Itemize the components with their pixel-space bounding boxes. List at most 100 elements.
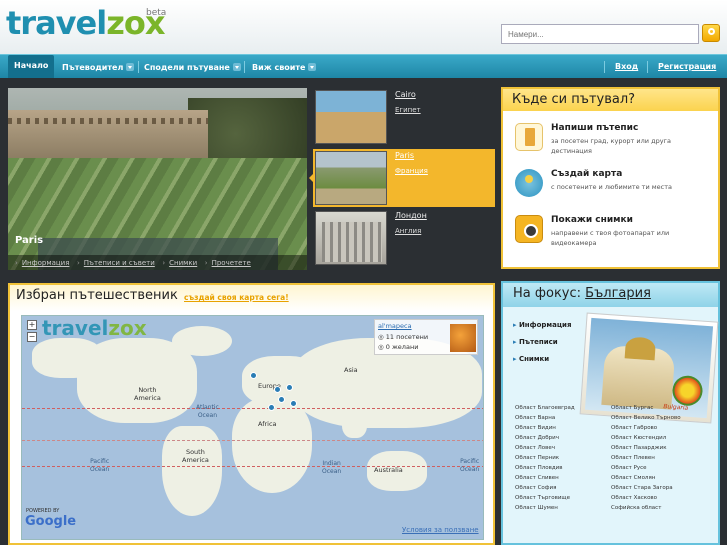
focus-country-link[interactable]: България: [585, 286, 651, 301]
item-desc: за посетен град, курорт или друга дестин…: [551, 137, 671, 155]
map-pin-icon[interactable]: [278, 396, 285, 403]
region-link[interactable]: Област Смолян: [611, 475, 655, 481]
destination-country[interactable]: Франция: [395, 167, 428, 175]
visited-text: 11 посетени: [385, 333, 429, 341]
nav-item-guide[interactable]: Пътеводител: [56, 59, 140, 76]
destination-city[interactable]: Paris: [395, 151, 414, 160]
create-map-link[interactable]: създай своя карта сега!: [184, 293, 289, 302]
item-title[interactable]: Покажи снимки: [551, 215, 633, 225]
item-title[interactable]: Напиши пътепис: [551, 123, 638, 133]
notebook-icon[interactable]: [515, 123, 543, 151]
destination-item[interactable]: Cairo Египет: [313, 88, 495, 146]
map-label: Australia: [374, 466, 403, 474]
land-greenland: [172, 326, 232, 356]
focus-link-travelogues[interactable]: Пътеписи: [513, 338, 558, 346]
nav-item-see-yours[interactable]: Виж своите: [246, 59, 322, 76]
map-pin-icon[interactable]: [274, 386, 281, 393]
nav-item-share-trip[interactable]: Сподели пътуване: [138, 59, 247, 76]
destination-city[interactable]: Cairo: [395, 90, 416, 99]
google-logo[interactable]: Google: [25, 514, 76, 529]
hero-link-info[interactable]: Информация: [22, 259, 70, 267]
zoom-in-button[interactable]: +: [27, 320, 37, 330]
region-link[interactable]: Област София: [515, 485, 556, 491]
destination-city[interactable]: Лондон: [395, 211, 427, 220]
region-link[interactable]: Област Добрич: [515, 435, 559, 441]
hero-link-photos[interactable]: Снимки: [169, 259, 197, 267]
traveler-photo[interactable]: [450, 324, 476, 352]
map-logo-a: travel: [42, 316, 109, 340]
register-link[interactable]: Регистрация: [652, 59, 722, 76]
featured-traveler-panel: Избран пътешественик създай своя карта с…: [8, 283, 495, 545]
chevron-down-icon[interactable]: [126, 63, 135, 71]
region-link[interactable]: Област Варна: [515, 415, 555, 421]
hero-image[interactable]: [8, 88, 307, 270]
item-desc: с посетените и любимите ти места: [551, 183, 673, 191]
focus-title: На фокус: България: [503, 283, 718, 307]
region-link[interactable]: Област Кюстендил: [611, 435, 666, 441]
where-traveled-title: Къде си пътувал?: [503, 89, 718, 111]
region-link[interactable]: Област Русе: [611, 465, 647, 471]
region-link[interactable]: Област Пловдив: [515, 465, 562, 471]
hero-title: Paris: [15, 235, 44, 246]
logo-text-travel: travel: [6, 4, 107, 42]
region-link[interactable]: Област Шумен: [515, 505, 558, 511]
region-link[interactable]: Област Перник: [515, 455, 559, 461]
selection-arrow-icon: [309, 172, 315, 184]
destination-thumbnail[interactable]: [315, 151, 387, 205]
region-link[interactable]: Област Плевен: [611, 455, 655, 461]
region-link[interactable]: Област Габрово: [611, 425, 657, 431]
region-link[interactable]: Софийска област: [611, 505, 661, 511]
region-link[interactable]: Област Ловеч: [515, 445, 555, 451]
chevron-down-icon[interactable]: [308, 63, 317, 71]
region-link[interactable]: Област Благоевград: [515, 405, 575, 411]
land-africa: [232, 398, 312, 493]
arrow-icon: ›: [162, 259, 166, 267]
region-link[interactable]: Област Хасково: [611, 495, 657, 501]
search-button[interactable]: [702, 24, 720, 42]
world-map[interactable]: North America South America Europe Asia …: [21, 315, 484, 540]
where-traveled-panel: Къде си пътувал? Напиши пътепис за посет…: [501, 87, 720, 269]
traveler-link[interactable]: al'mapeca: [378, 322, 412, 330]
map-pin-icon[interactable]: [286, 384, 293, 391]
chevron-down-icon[interactable]: [232, 63, 241, 71]
hero-palace: [8, 110, 208, 160]
region-link[interactable]: Област Велико Търново: [611, 415, 681, 421]
login-link[interactable]: Вход: [609, 59, 644, 76]
arrow-icon: ›: [204, 259, 208, 267]
map-pin-icon[interactable]: [250, 372, 257, 379]
zoom-out-button[interactable]: −: [27, 332, 37, 342]
focus-link-photos[interactable]: Снимки: [513, 355, 549, 363]
item-title[interactable]: Създай карта: [551, 169, 622, 179]
search-input[interactable]: [501, 24, 699, 44]
focus-link-info[interactable]: Информация: [513, 321, 572, 329]
region-link[interactable]: Област Пазарджик: [611, 445, 667, 451]
hero-link-read[interactable]: Прочетете: [212, 259, 251, 267]
map-pin-icon[interactable]: [290, 400, 297, 407]
destination-thumbnail[interactable]: [315, 90, 387, 144]
map-pin-icon[interactable]: [268, 404, 275, 411]
featured-title: Избран пътешественик: [16, 288, 178, 303]
hero-link-travelogues[interactable]: Пътеписи и съвети: [84, 259, 155, 267]
destination-item-selected[interactable]: Paris Франция: [313, 149, 495, 207]
nav-divider: [244, 61, 245, 73]
map-label: Africa: [258, 420, 277, 428]
region-link[interactable]: Област Видин: [515, 425, 556, 431]
wanted-text: 0 желани: [385, 343, 419, 351]
region-link[interactable]: Област Търговище: [515, 495, 570, 501]
destination-thumbnail[interactable]: [315, 211, 387, 265]
terms-link[interactable]: Условия за ползване: [402, 526, 479, 534]
nav-item-home[interactable]: Начало: [8, 55, 55, 78]
destination-item[interactable]: Лондон Англия: [313, 209, 495, 267]
region-link[interactable]: Област Бургас: [611, 405, 653, 411]
destination-country[interactable]: Египет: [395, 106, 421, 114]
region-link[interactable]: Област Сливен: [515, 475, 559, 481]
camera-icon[interactable]: [515, 215, 543, 243]
map-globe-icon[interactable]: [515, 169, 543, 197]
beta-label: beta: [146, 8, 167, 18]
destination-country[interactable]: Англия: [395, 227, 421, 235]
zoom-controls: + −: [27, 320, 37, 344]
nav-label: Сподели пътуване: [144, 63, 230, 72]
site-logo[interactable]: travelzox: [6, 4, 165, 42]
equator-line: [22, 440, 483, 441]
region-link[interactable]: Област Стара Загора: [611, 485, 673, 491]
